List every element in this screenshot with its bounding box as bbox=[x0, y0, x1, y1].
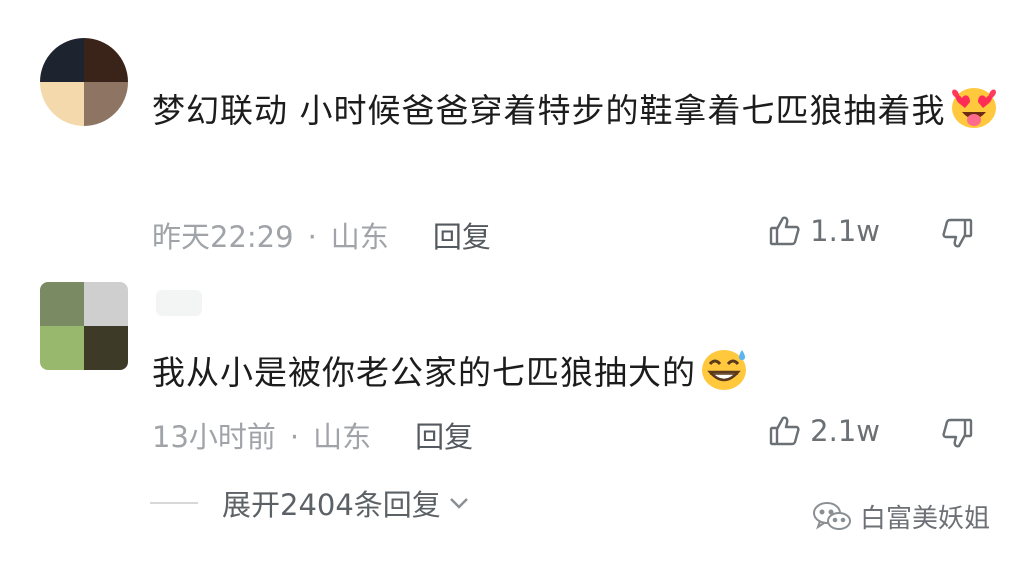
grinning-sweat-emoji bbox=[702, 350, 746, 390]
watermark: 白富美妖姐 bbox=[812, 498, 990, 535]
like-count: 1.1w bbox=[810, 214, 880, 248]
comment-meta: 昨天22:29 · 山东 回复 bbox=[152, 220, 491, 254]
thumbs-up-icon bbox=[769, 216, 800, 246]
comment-meta: 13小时前 · 山东 回复 bbox=[152, 420, 474, 454]
expand-replies-button[interactable]: 展开2404条回复 bbox=[150, 482, 471, 524]
wechat-icon bbox=[812, 501, 851, 530]
divider bbox=[150, 502, 198, 504]
watermark-text: 白富美妖姐 bbox=[859, 504, 990, 534]
comment-text: 我从小是被你老公家的七匹狼抽大的 bbox=[152, 344, 1002, 399]
heart-eyes-tongue-emoji bbox=[951, 88, 996, 128]
reply-button[interactable]: 回复 bbox=[433, 220, 491, 254]
username-blurred[interactable] bbox=[156, 290, 202, 316]
like-count: 2.1w bbox=[810, 414, 880, 448]
thumbs-up-icon bbox=[769, 416, 800, 446]
chevron-down-icon bbox=[449, 498, 468, 509]
like-button[interactable]: 2.1w bbox=[768, 414, 880, 448]
avatar[interactable] bbox=[40, 282, 128, 370]
like-button[interactable]: 1.1w bbox=[768, 214, 880, 248]
avatar[interactable] bbox=[40, 38, 128, 126]
expand-replies-label: 展开2404条回复 bbox=[222, 488, 441, 522]
thumbs-down-icon[interactable] bbox=[940, 216, 974, 250]
reply-button[interactable]: 回复 bbox=[415, 420, 473, 454]
comment-text: 梦幻联动 小时候爸爸穿着特步的鞋拿着七匹狼抽着我 bbox=[152, 82, 1002, 137]
thumbs-down-icon[interactable] bbox=[940, 416, 974, 450]
